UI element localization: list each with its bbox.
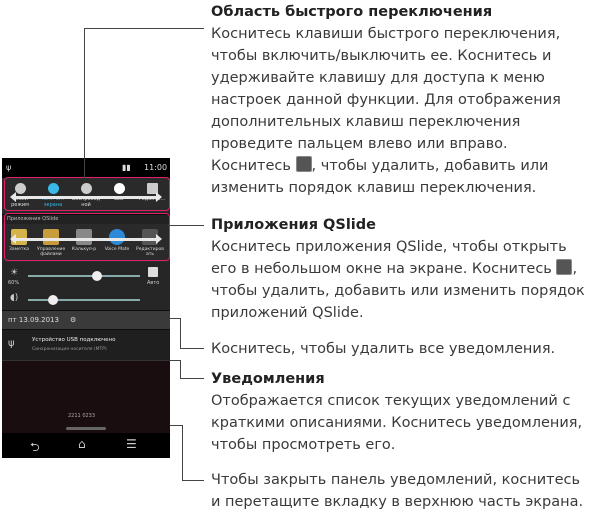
back-icon[interactable]: ⮌ (30, 438, 40, 458)
callout-notifications: Уведомления Отображается список текущих … (211, 368, 589, 456)
callout-notif-title: Уведомления (211, 371, 325, 387)
sliders-panel: ☀ 60% Авто ◖) (2, 262, 170, 310)
status-time: 11:00 (144, 163, 168, 172)
menu-icon[interactable]: ☰ (126, 437, 137, 451)
drag-handle[interactable] (66, 427, 106, 430)
leader-line (180, 348, 204, 349)
brightness-icon: ☀ (10, 268, 19, 278)
callout-close: Чтобы закрыть панель уведомлений, коснит… (211, 469, 589, 513)
callout-quick-text: Коснитесь клавиши быстрого переключения,… (211, 26, 561, 152)
leader-line (180, 360, 181, 378)
signal-icon: ▮▮ (122, 163, 131, 172)
leader-line (170, 360, 180, 361)
volume-icon: ◖) (10, 293, 19, 303)
gear-icon[interactable]: ⚙ (70, 311, 76, 329)
notification-subtitle: Синхронизация носителя (MTP) (32, 347, 107, 352)
callout-clear-text: Коснитесь, чтобы удалить все уведомления… (211, 341, 556, 357)
volume-track (28, 299, 140, 301)
notification-item[interactable]: ψ Устройство USB подключено Синхронизаци… (2, 330, 170, 361)
qslide-highlight (4, 213, 170, 261)
notification-title: Устройство USB подключено (32, 337, 116, 343)
leader-line (180, 378, 204, 379)
callout-notif-text: Отображается список текущих уведомлений … (211, 393, 583, 453)
callout-clear: Коснитесь, чтобы удалить все уведомления… (211, 338, 589, 360)
callout-quick-text2a: Коснитесь (211, 158, 291, 174)
quick-area-highlight (4, 177, 170, 211)
edit-icon (556, 259, 573, 275)
callout-close-text: Чтобы закрыть панель уведомлений, коснит… (211, 472, 584, 510)
leader-line (182, 425, 183, 480)
home-screen-background: 2211 0233 (2, 361, 170, 433)
brightness-auto: Авто (147, 280, 160, 286)
leader-line (182, 480, 204, 481)
leader-line (84, 28, 204, 29)
callout-qslide: Приложения QSlide Коснитесь приложения Q… (211, 214, 589, 324)
date-label: пт 13.09.2013 (8, 316, 59, 324)
home-icon[interactable]: ⌂ (78, 437, 86, 451)
leader-line (170, 318, 180, 319)
callout-quick: Область быстрого переключения Коснитесь … (211, 1, 589, 199)
usb-icon: ψ (8, 338, 15, 349)
callout-quick-title: Область быстрого переключения (211, 4, 493, 20)
edit-icon (295, 156, 312, 172)
leader-line (168, 225, 204, 226)
brightness-slider[interactable] (92, 271, 103, 281)
auto-checkbox[interactable] (148, 267, 158, 277)
date-bar: пт 13.09.2013 ⚙ (2, 311, 170, 329)
status-bar: ψ ▮▮ 11:00 (2, 158, 170, 178)
leader-line (180, 318, 181, 348)
leader-line (170, 425, 182, 426)
callout-qslide-title: Приложения QSlide (211, 217, 376, 233)
brightness-label: 60% (8, 280, 20, 286)
usb-icon: ψ (6, 163, 12, 172)
navigation-bar: ⮌ ⌂ ☰ (2, 433, 170, 458)
leader-line (84, 28, 85, 178)
callout-qslide-text-a: Коснитесь приложения QSlide, чтобы откры… (211, 239, 567, 277)
home-clock: 2211 0233 (68, 413, 96, 419)
volume-slider[interactable] (47, 295, 58, 305)
brightness-track (28, 275, 140, 277)
